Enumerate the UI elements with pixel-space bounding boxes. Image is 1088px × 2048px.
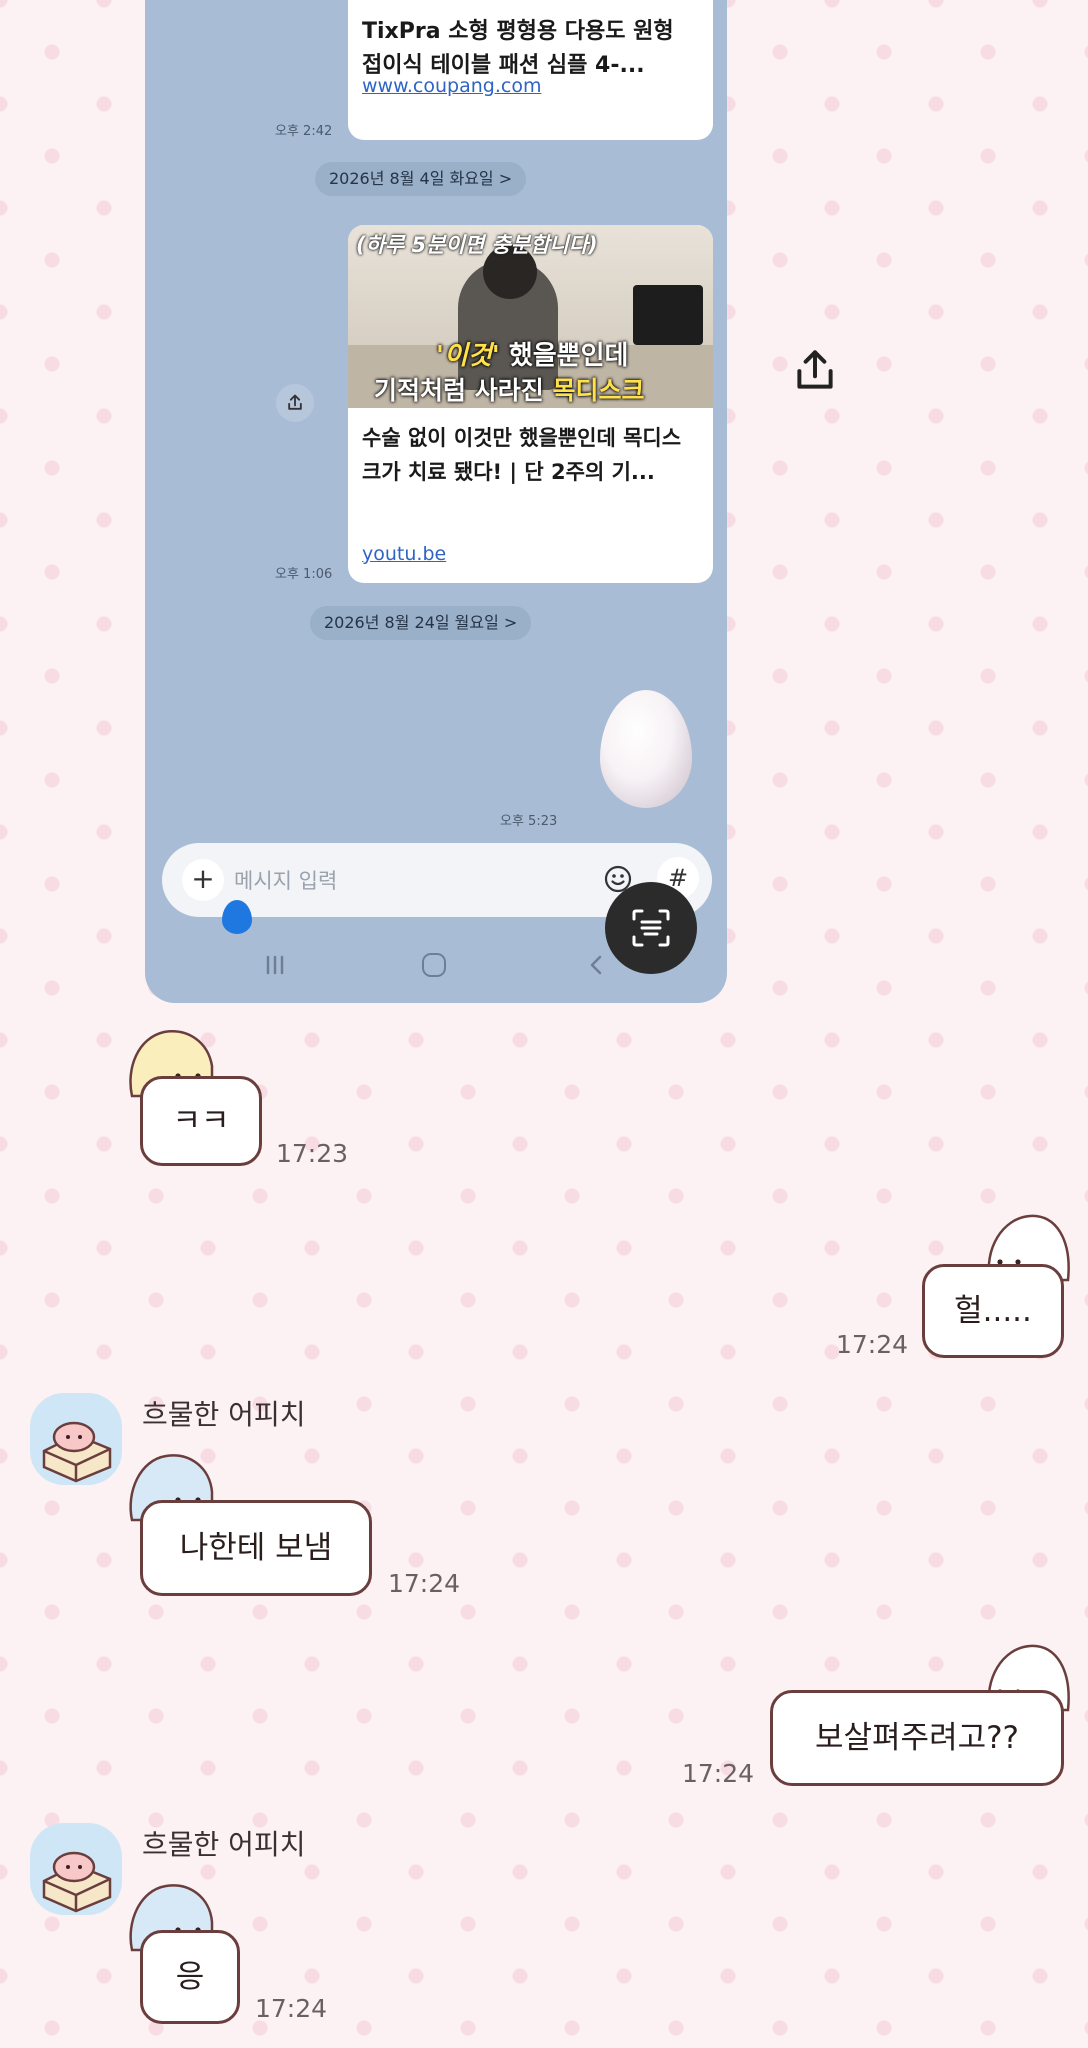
cursor-handle[interactable] [222,900,252,934]
message-bubble[interactable]: 나한테 보냄 [140,1500,372,1596]
message-time: 오후 1:06 [275,567,333,582]
message-bubble[interactable]: ㅋㅋ [140,1076,262,1166]
date-divider[interactable]: 2026년 8월 4일 화요일 > [315,162,527,196]
message-time: 오후 2:42 [275,124,333,139]
sender-name: 흐물한 어피치 [142,1398,306,1431]
thumbnail-caption-line1: '이것' 했을뿐인데 [436,341,629,371]
plus-icon[interactable]: + [182,859,224,901]
sender-name: 흐물한 어피치 [142,1828,306,1861]
message-time: 17:24 [255,1994,328,2023]
link-preview-card-coupang[interactable]: TixPra 소형 평형용 다용도 원형 접이식 테이블 패션 심플 4-...… [348,0,713,140]
recent-apps-icon[interactable] [263,953,287,977]
message-input[interactable]: 메시지 입력 [234,865,337,895]
link-preview-url[interactable]: www.coupang.com [362,75,541,97]
embedded-screenshot-image[interactable]: TixPra 소형 평형용 다용도 원형 접이식 테이블 패션 심플 4-...… [145,0,727,1003]
link-preview-url[interactable]: youtu.be [362,543,446,565]
thumbnail-caption-line2: 기적처럼 사라진 목디스크 [374,376,645,405]
link-preview-card-youtube[interactable]: (하루 5분이면 충분합니다) '이것' 했을뿐인데 기적처럼 사라진 목디스크… [348,225,713,583]
message-time: 17:23 [276,1139,349,1168]
scan-text-icon[interactable] [605,882,697,974]
date-divider[interactable]: 2026년 8월 24일 월요일 > [310,606,532,640]
message-time: 17:24 [682,1759,755,1788]
message-time: 오후 5:23 [500,814,558,829]
back-icon[interactable] [585,953,609,977]
share-icon[interactable] [790,345,840,395]
link-preview-title: 수술 없이 이것만 했을뿐인데 목디스크가 치료 됐다! | 단 2주의 기..… [362,426,682,484]
message-bubble[interactable]: 보살펴주려고?? [770,1690,1064,1786]
avatar[interactable] [30,1393,122,1485]
link-preview-title: TixPra 소형 평형용 다용도 원형 접이식 테이블 패션 심플 4-... [362,19,674,78]
message-bubble[interactable]: 헐..... [922,1264,1064,1358]
message-time: 17:24 [836,1330,909,1359]
thumbnail-top-caption: (하루 5분이면 충분합니다) [356,233,598,257]
avatar[interactable] [30,1823,122,1915]
video-thumbnail: (하루 5분이면 충분합니다) '이것' 했을뿐인데 기적처럼 사라진 목디스크 [348,225,713,408]
message-bubble[interactable]: 응 [140,1930,240,2024]
message-time: 17:24 [388,1569,461,1598]
egg-emoticon[interactable] [600,690,692,808]
home-icon[interactable] [422,953,446,977]
share-icon[interactable] [276,384,314,422]
